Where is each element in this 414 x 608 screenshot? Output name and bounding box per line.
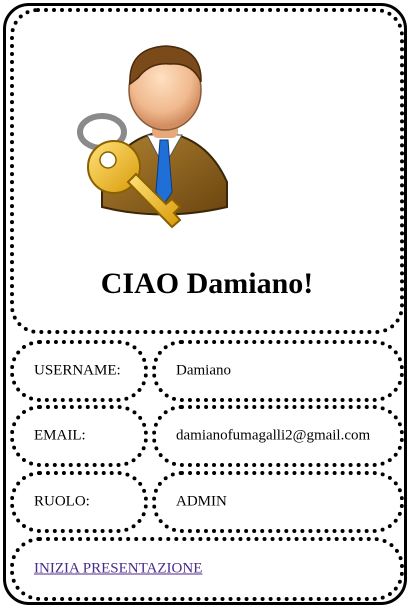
email-value: damianofumagalli2@gmail.com [176,427,371,444]
username-value-cell: Damiano [152,340,404,402]
role-label: RUOLO: [34,493,90,510]
role-value-cell: ADMIN [152,471,404,533]
username-label: USERNAME: [34,362,121,379]
start-presentation-link[interactable]: INIZIA PRESENTAZIONE [34,561,202,578]
email-value-cell: damianofumagalli2@gmail.com [152,405,404,467]
profile-header: CIAO Damiano! [10,8,404,334]
username-value: Damiano [176,362,231,379]
email-label: EMAIL: [34,427,86,444]
user-with-key-icon [77,45,228,229]
username-label-cell: USERNAME: [10,340,148,402]
role-label-cell: RUOLO: [10,471,148,533]
footer-cell: INIZIA PRESENTAZIONE [10,537,404,601]
email-label-cell: EMAIL: [10,405,148,467]
role-value: ADMIN [176,493,227,510]
greeting-title: CIAO Damiano! [100,267,314,300]
